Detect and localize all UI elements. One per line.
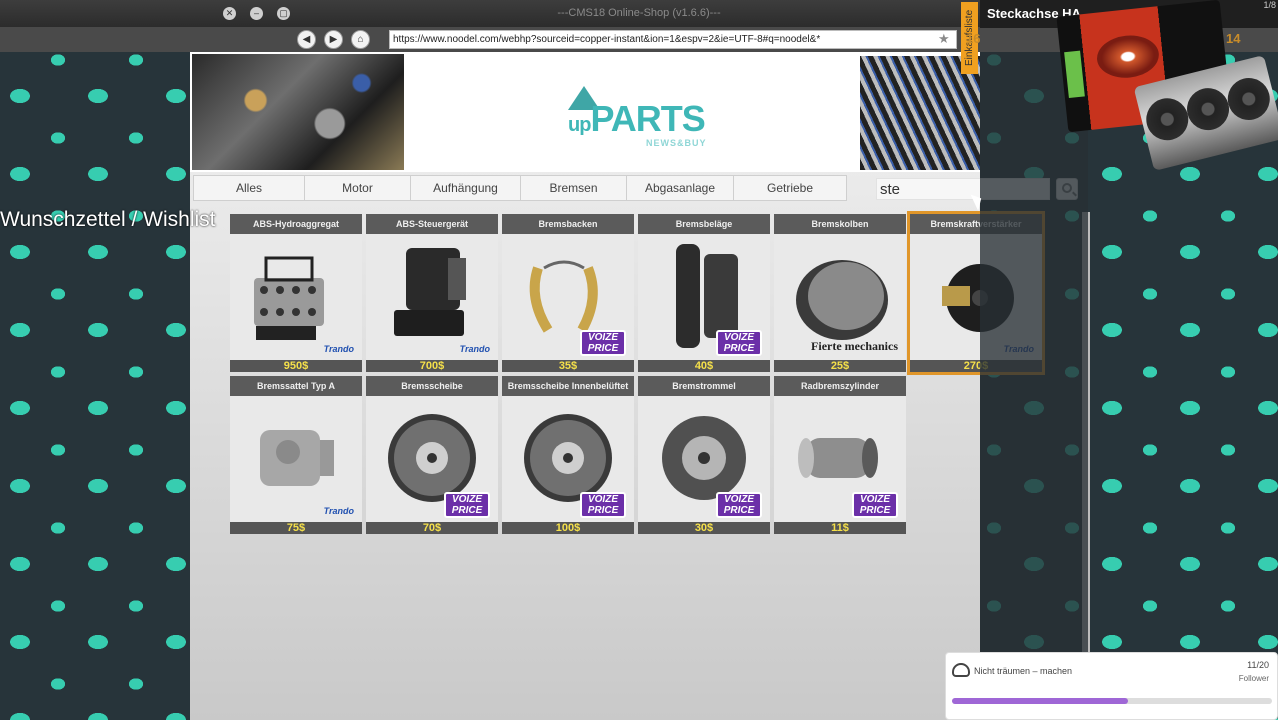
voize-price-badge: VOIZE PRICE (580, 330, 626, 356)
follower-goal-widget: Nicht träumen – machen 11/20 Follower (945, 652, 1278, 720)
tab-getriebe[interactable]: Getriebe (734, 176, 846, 200)
follower-goal-label: Nicht träumen – machen (974, 666, 1073, 676)
fan-icon (1223, 73, 1275, 125)
product-title: Bremsbeläge (638, 214, 770, 234)
product-card[interactable]: Bremskolben Fierte mechanics 25$ (774, 214, 906, 372)
voize-price-badge: VOIZE PRICE (580, 492, 626, 518)
voize-price-badge: VOIZE PRICE (444, 492, 490, 518)
url-input[interactable] (389, 30, 957, 49)
category-tabs: Alles Motor Aufhängung Bremsen Abgasanla… (193, 175, 847, 201)
product-image (780, 238, 900, 354)
upparts-logo[interactable]: upPARTS NEWS&BUY (568, 86, 708, 156)
product-image (372, 238, 492, 354)
tab-bremsen[interactable]: Bremsen (521, 176, 627, 200)
voize-price-badge: VOIZE PRICE (716, 330, 762, 356)
product-title: Radbremszylinder (774, 376, 906, 396)
product-card[interactable]: Bremsbeläge VOIZE PRICE 40$ (638, 214, 770, 372)
product-price: 35$ (502, 360, 634, 372)
voize-price-badge: VOIZE PRICE (716, 492, 762, 518)
product-price: 70$ (366, 522, 498, 534)
inventory-side-panel (980, 52, 1088, 720)
tab-abgasanlage[interactable]: Abgasanlage (627, 176, 734, 200)
product-card[interactable]: ABS-Steuergerät Trando 700$ (366, 214, 498, 372)
product-title: Bremsbacken (502, 214, 634, 234)
product-image (236, 238, 356, 354)
logo-prefix: up (568, 114, 591, 136)
follower-caption: Follower (1238, 674, 1269, 683)
bookmark-star-icon[interactable]: ★ (938, 31, 950, 47)
product-card[interactable]: ABS-Hydroaggregat Trando 950$ (230, 214, 362, 372)
product-price: 700$ (366, 360, 498, 372)
tab-motor[interactable]: Motor (305, 176, 411, 200)
forward-button[interactable]: ▶ (324, 30, 343, 49)
product-title: Bremstrommel (638, 376, 770, 396)
product-title: Bremssattel Typ A (230, 376, 362, 396)
top-stats: 16 (966, 31, 988, 46)
voize-price-badge: VOIZE PRICE (852, 492, 898, 518)
product-price: 40$ (638, 360, 770, 372)
shop-banner: upPARTS NEWS&BUY (190, 52, 980, 172)
product-title: ABS-Hydroaggregat (230, 214, 362, 234)
heart-icon (952, 663, 970, 677)
wishlist-overlay-text: Wunschzettel / Wishlist (0, 208, 216, 231)
brand-logo: Trando (323, 344, 354, 354)
product-title: Bremskolben (774, 214, 906, 234)
product-title: ABS-Steuergerät (366, 214, 498, 234)
tab-aufhaengung[interactable]: Aufhängung (411, 176, 521, 200)
fan-icon (1141, 93, 1193, 145)
brand-logo: Fierte mechanics (811, 339, 898, 353)
product-card[interactable]: Bremsscheibe Innenbelüftet VOIZE PRICE 100$ (502, 376, 634, 534)
product-price: 11$ (774, 522, 906, 534)
stat-second: 14 (1226, 31, 1241, 46)
product-card[interactable]: Bremssattel Typ A Trando 75$ (230, 376, 362, 534)
logo-subtitle: NEWS&BUY (646, 138, 707, 148)
product-price: 950$ (230, 360, 362, 372)
product-card[interactable]: Radbremszylinder VOIZE PRICE 11$ (774, 376, 906, 534)
banner-engine-image (192, 54, 404, 170)
product-card[interactable]: Bremsbacken VOIZE PRICE 35$ (502, 214, 634, 372)
home-button[interactable]: ⌂ (351, 30, 370, 49)
follower-progress-bar (952, 698, 1272, 704)
product-card[interactable]: Bremstrommel VOIZE PRICE 30$ (638, 376, 770, 534)
fan-icon (1182, 83, 1234, 135)
shop-page: upPARTS NEWS&BUY Alles Motor Aufhängung … (190, 52, 1090, 720)
product-card[interactable]: Bremsscheibe VOIZE PRICE 70$ (366, 376, 498, 534)
follower-progress-fill (952, 698, 1128, 704)
stat-first: 16 (966, 31, 981, 46)
product-image (236, 400, 356, 516)
product-price: 100$ (502, 522, 634, 534)
brand-logo: Trando (323, 506, 354, 516)
product-price: 30$ (638, 522, 770, 534)
brand-logo: Trando (459, 344, 490, 354)
product-price: 25$ (774, 360, 906, 372)
back-button[interactable]: ◀ (297, 30, 316, 49)
logo-name: PARTS (590, 98, 705, 139)
product-price: 75$ (230, 522, 362, 534)
gpu-eye-graphic (1094, 32, 1161, 81)
part-counter: 1/8 (1263, 0, 1276, 10)
product-title: Bremsscheibe (366, 376, 498, 396)
product-title: Bremsscheibe Innenbelüftet (502, 376, 634, 396)
tab-alles[interactable]: Alles (194, 176, 305, 200)
follower-count: 11/20 (1247, 660, 1269, 670)
